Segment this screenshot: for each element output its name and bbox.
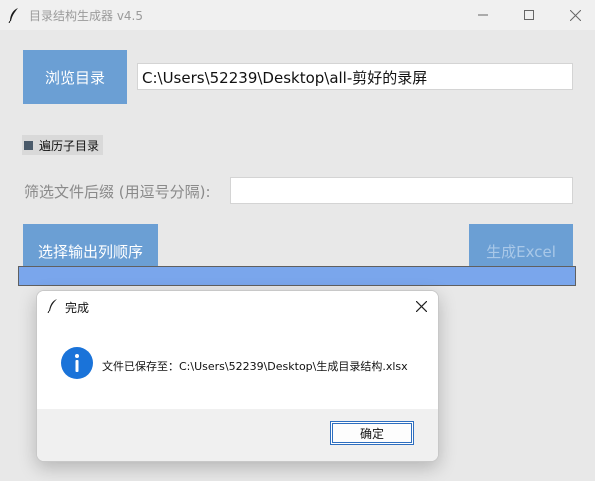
close-button[interactable] <box>552 0 595 30</box>
dialog-titlebar: 完成 <box>37 291 438 321</box>
dialog-footer: 确定 <box>37 409 438 461</box>
close-icon <box>415 300 427 312</box>
dialog-close-button[interactable] <box>404 291 438 321</box>
progress-bar <box>18 266 576 286</box>
maximize-button[interactable] <box>506 0 552 30</box>
minimize-icon <box>478 14 488 16</box>
recurse-subdirs-checkbox[interactable]: 遍历子目录 <box>22 135 104 155</box>
completion-dialog: 完成 文件已保存至：C:\Users\52239\Desktop\生成目录结构.… <box>36 290 439 462</box>
ok-button[interactable]: 确定 <box>330 421 414 445</box>
filter-extensions-label: 筛选文件后缀 (用逗号分隔): <box>24 183 211 201</box>
browse-directory-button[interactable]: 浏览目录 <box>23 50 127 104</box>
info-icon <box>61 347 93 379</box>
directory-path-input[interactable]: C:\Users\52239\Desktop\all-剪好的录屏 <box>137 63 573 90</box>
feather-icon <box>47 299 57 313</box>
recurse-subdirs-label: 遍历子目录 <box>39 138 100 153</box>
feather-icon <box>8 8 18 23</box>
checkbox-indicator[interactable] <box>24 140 33 150</box>
close-icon <box>569 9 581 21</box>
minimize-button[interactable] <box>460 0 506 30</box>
dialog-message: 文件已保存至：C:\Users\52239\Desktop\生成目录结构.xls… <box>102 360 408 373</box>
window-title: 目录结构生成器 v4.5 <box>29 9 144 23</box>
dialog-title: 完成 <box>65 301 90 315</box>
progress-fill <box>19 267 575 285</box>
window-titlebar: 目录结构生成器 v4.5 <box>0 0 595 30</box>
maximize-icon <box>524 10 534 20</box>
filter-extensions-input[interactable] <box>230 177 573 204</box>
